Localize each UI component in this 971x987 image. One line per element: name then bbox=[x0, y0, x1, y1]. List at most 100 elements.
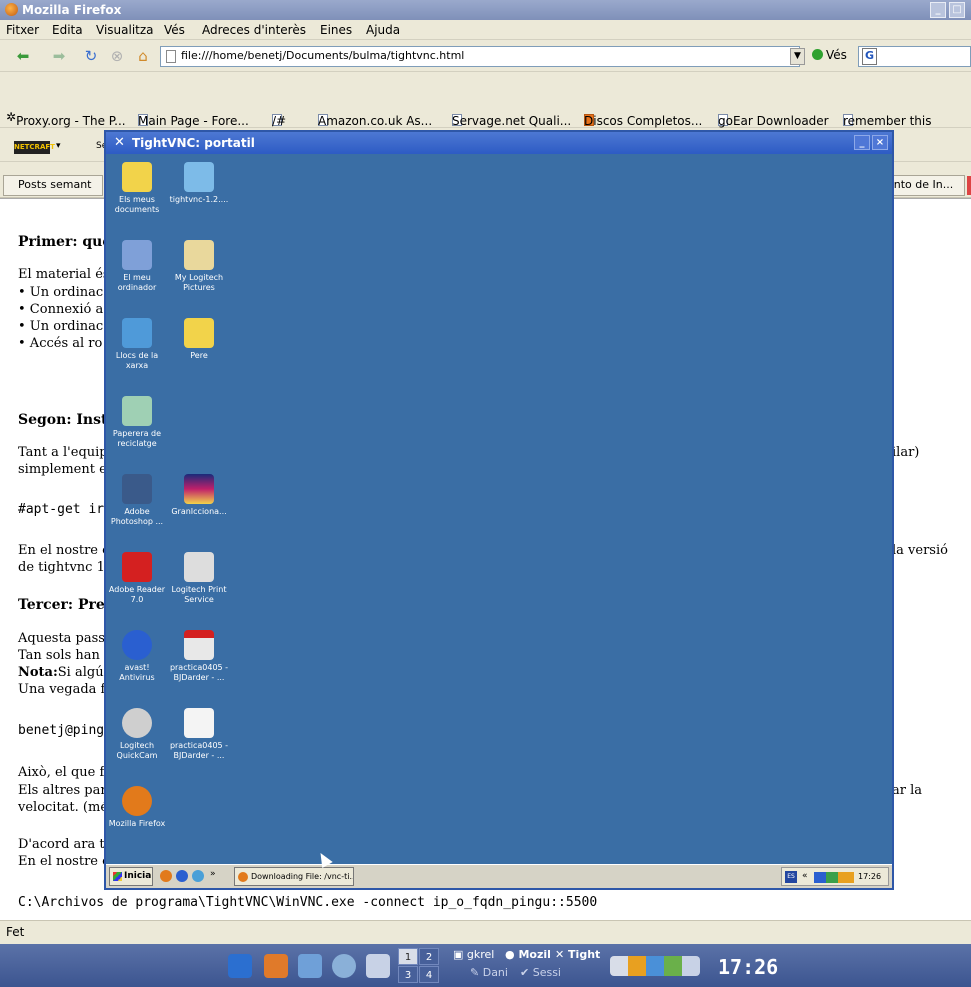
tightvnc-window[interactable]: ✕ TightVNC: portatil _ × Els meus docume… bbox=[104, 130, 894, 890]
desktop-icon-photoshop[interactable]: Adobe Photoshop ... bbox=[106, 474, 168, 527]
menu-help[interactable]: Ajuda bbox=[366, 23, 400, 37]
quicklaunch-more-icon[interactable]: » bbox=[210, 869, 216, 879]
taskbar-mozilla[interactable]: ● Mozil bbox=[505, 948, 551, 961]
netcraft-button[interactable]: NETCRAFT bbox=[14, 141, 55, 154]
menu-bookmarks[interactable]: Adreces d'interès bbox=[202, 23, 306, 37]
url-bar[interactable] bbox=[160, 46, 800, 67]
dictionary-icon bbox=[184, 474, 214, 504]
desktop-icon-recycle-bin[interactable]: Paperera de reciclatge bbox=[106, 396, 168, 449]
system-tray-icons[interactable] bbox=[610, 956, 700, 976]
bookmark-proxy[interactable]: ✲ Proxy.org - The P... bbox=[6, 110, 126, 128]
reload-icon[interactable]: ↻ bbox=[82, 47, 100, 65]
remote-desktop[interactable]: Els meus documents El meu ordinador Lloc… bbox=[106, 154, 892, 864]
desktop-4[interactable]: 4 bbox=[419, 966, 439, 983]
desktop-icon-logitech-pictures[interactable]: My Logitech Pictures bbox=[168, 240, 230, 293]
desktop-2[interactable]: 2 bbox=[419, 948, 439, 965]
forward-icon[interactable]: ➡ bbox=[50, 47, 68, 65]
taskbar-tightvnc[interactable]: ✕ Tight bbox=[555, 948, 600, 961]
menu-edit[interactable]: Edita bbox=[52, 23, 83, 37]
heading-tercer: Tercer: Pre bbox=[18, 597, 105, 613]
taskbar-downloading[interactable]: Downloading File: /vnc-ti... bbox=[234, 867, 354, 886]
home-icon[interactable]: ⌂ bbox=[134, 47, 152, 65]
tab-posts[interactable]: Posts semant bbox=[3, 175, 103, 196]
firefox-logo-icon bbox=[5, 3, 18, 16]
text-line: velocitat. (mé bbox=[18, 800, 109, 815]
window-title: Mozilla Firefox bbox=[22, 3, 122, 17]
firefox-titlebar[interactable]: Mozilla Firefox _ □ bbox=[0, 0, 971, 20]
vnc-close-icon[interactable]: × bbox=[872, 135, 888, 150]
taskbar-dani[interactable]: ✎ Dani bbox=[470, 966, 508, 979]
text-line: • Connexió a bbox=[18, 302, 104, 317]
desktop-icon-print-service[interactable]: Logitech Print Service bbox=[168, 552, 230, 605]
command-apt-get: #apt-get ir bbox=[18, 502, 105, 517]
tray-icons[interactable] bbox=[814, 872, 854, 883]
vnc-minimize-icon[interactable]: _ bbox=[854, 135, 870, 150]
desktop-icon-practica-doc[interactable]: practica0405 - BJDarder - ... bbox=[168, 708, 230, 761]
maximize-icon[interactable]: □ bbox=[949, 2, 965, 18]
taskbar-session[interactable]: ✔ Sessi bbox=[520, 966, 561, 979]
home-folder-icon[interactable] bbox=[264, 954, 288, 978]
url-input[interactable] bbox=[181, 49, 781, 62]
text-line: ar la bbox=[892, 783, 923, 798]
konqueror-icon[interactable] bbox=[332, 954, 356, 978]
vnc-titlebar[interactable]: ✕ TightVNC: portatil _ × bbox=[106, 132, 892, 154]
desktop-icon-my-documents[interactable]: Els meus documents bbox=[106, 162, 168, 215]
desktop-icon-pere[interactable]: Pere bbox=[168, 318, 230, 361]
tab-close-icon[interactable] bbox=[967, 176, 971, 195]
back-icon[interactable]: ⬅ bbox=[14, 47, 32, 65]
tray-expand-icon[interactable]: « bbox=[802, 871, 808, 881]
quickcam-icon bbox=[122, 708, 152, 738]
text-line: Això, el que fa bbox=[18, 765, 113, 780]
pdf-icon bbox=[184, 630, 214, 660]
language-indicator[interactable]: ES bbox=[785, 871, 797, 883]
desktop-icon-practica-pdf[interactable]: practica0405 - BJDarder - ... bbox=[168, 630, 230, 683]
x-logo-icon: ✕ bbox=[114, 135, 125, 150]
status-text: Fet bbox=[6, 925, 25, 939]
desktop-icon-adobe-reader[interactable]: Adobe Reader 7.0 bbox=[106, 552, 168, 605]
browser-icon[interactable] bbox=[298, 954, 322, 978]
kde-menu-icon[interactable] bbox=[228, 954, 252, 978]
text-line: Aquesta pass bbox=[18, 631, 105, 646]
status-bar: Fet bbox=[0, 920, 971, 944]
desktop-icon-tightvnc[interactable]: tightvnc-1.2.... bbox=[168, 162, 230, 205]
quicklaunch-media-icon[interactable] bbox=[192, 870, 204, 882]
desktop-icon-firefox[interactable]: Mozilla Firefox bbox=[106, 786, 168, 829]
search-box[interactable]: G bbox=[858, 46, 971, 67]
menu-go[interactable]: Vés bbox=[164, 23, 185, 37]
desktop-3[interactable]: 3 bbox=[398, 966, 418, 983]
menu-tools[interactable]: Eines bbox=[320, 23, 352, 37]
menu-file[interactable]: Fitxer bbox=[6, 23, 39, 37]
quicklaunch-ie-icon[interactable] bbox=[176, 870, 188, 882]
print-service-icon bbox=[184, 552, 214, 582]
quicklaunch-firefox-icon[interactable] bbox=[160, 870, 172, 882]
minimize-icon[interactable]: _ bbox=[930, 2, 946, 18]
text-line: Els altres par bbox=[18, 783, 107, 798]
command-benetj: benetj@ping bbox=[18, 723, 105, 738]
text-line: • Accés al ro bbox=[18, 336, 103, 351]
desktop-icon-quickcam[interactable]: Logitech QuickCam bbox=[106, 708, 168, 761]
desktop-icon-network[interactable]: Llocs de la xarxa bbox=[106, 318, 168, 371]
text-line: la versió bbox=[892, 543, 948, 558]
logitech-pictures-icon bbox=[184, 240, 214, 270]
taskbar-gkrellm[interactable]: ▣ gkrel bbox=[453, 948, 494, 961]
printer-icon[interactable] bbox=[366, 954, 390, 978]
desktop-icon-my-computer[interactable]: El meu ordinador bbox=[106, 240, 168, 293]
menu-view[interactable]: Visualitza bbox=[96, 23, 154, 37]
go-button[interactable]: Vés bbox=[812, 48, 847, 62]
netcraft-dropdown-icon[interactable]: ▾ bbox=[56, 141, 61, 151]
folder-icon bbox=[184, 318, 214, 348]
desktop-1[interactable]: 1 bbox=[398, 948, 418, 965]
remote-taskbar: Inicia » Downloading File: /vnc-ti... ES… bbox=[106, 864, 892, 888]
text-line: En el nostre c bbox=[18, 543, 110, 558]
desktop-pager[interactable]: 1 2 3 4 bbox=[398, 948, 440, 984]
text-line: Tant a l'equip bbox=[18, 445, 108, 460]
stop-icon[interactable]: ⊗ bbox=[108, 47, 126, 65]
document-icon bbox=[184, 708, 214, 738]
desktop-icon-dictionary[interactable]: GranIcciona... bbox=[168, 474, 230, 517]
url-dropdown-icon[interactable]: ▼ bbox=[790, 48, 805, 65]
adobe-reader-icon bbox=[122, 552, 152, 582]
text-line: ilar) bbox=[892, 445, 920, 460]
start-button[interactable]: Inicia bbox=[109, 867, 153, 886]
avast-icon bbox=[122, 630, 152, 660]
desktop-icon-avast[interactable]: avast! Antivirus bbox=[106, 630, 168, 683]
